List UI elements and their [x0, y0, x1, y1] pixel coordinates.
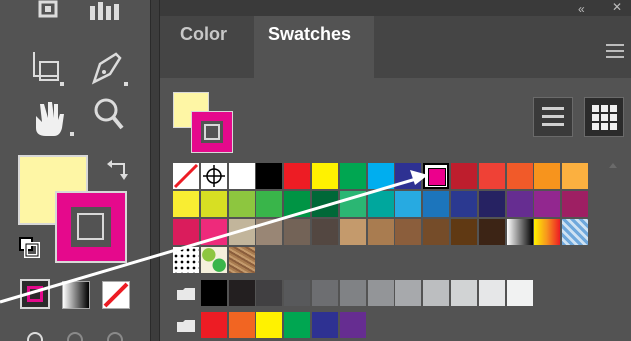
annotation-arrow — [0, 170, 428, 304]
